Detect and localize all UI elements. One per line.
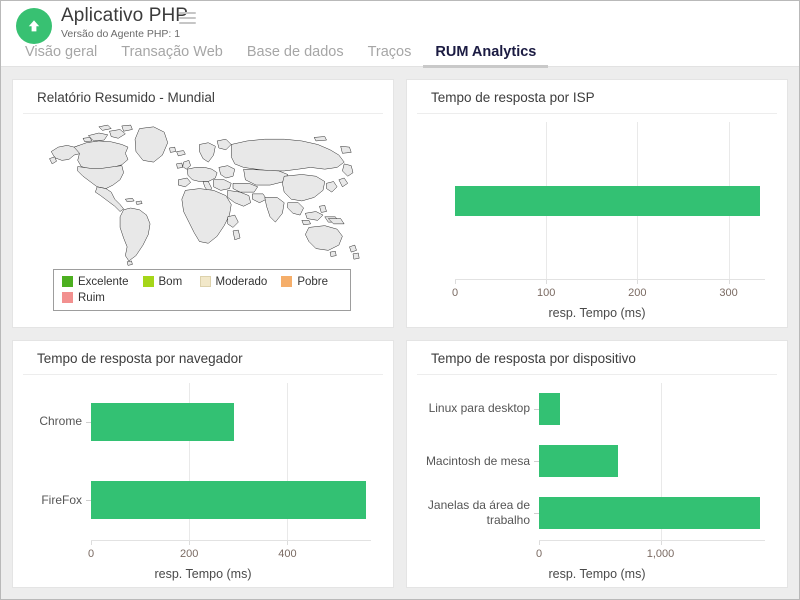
application-window: Aplicativo PHP Versão do Agente PHP: 1 V… [0,0,800,600]
chart-browser[interactable]: 0 200 400 Chrome FireFox resp. Tempo (ms) [13,377,393,588]
tab-rum-analytics[interactable]: RUM Analytics [423,44,548,68]
card-tempo-resposta-por-isp: Tempo de resposta por ISP 0 100 200 300 resp… [406,79,788,328]
x-tick-label: 0 [452,287,458,299]
legend-swatch-excelente [62,276,73,287]
x-tick-label: 0 [536,548,542,560]
card-title-map: Relatório Resumido - Mundial [23,80,383,114]
bar[interactable] [539,497,760,529]
category-label: Janelas da área de trabalho [412,498,530,528]
legend-swatch-bom [143,276,154,287]
card-tempo-resposta-por-dispositivo: Tempo de resposta por dispositivo 0 1,000… [406,340,788,589]
card-body-device: 0 1,000 Linux para desktop Macintosh de mes… [407,377,787,588]
category-tick-mark [534,513,539,514]
x-tick-label: 1,000 [647,548,675,560]
bar[interactable] [91,403,234,441]
card-body-browser: 0 200 400 Chrome FireFox resp. Tempo (ms) [13,377,393,588]
tab-base-de-dados[interactable]: Base de dados [235,44,356,68]
bar[interactable] [539,393,560,425]
legend-label-bom: Bom [159,276,183,288]
x-axis-line [539,540,765,541]
x-tick-label: 300 [719,287,737,299]
legend-swatch-ruim [62,292,73,303]
category-tick-mark [86,422,91,423]
category-tick-mark [86,500,91,501]
tab-transacao-web[interactable]: Transação Web [109,44,235,68]
category-label: Macintosh de mesa [412,454,530,469]
map-legend: Excelente Bom Moderado Pobre [53,269,351,311]
app-header: Aplicativo PHP Versão do Agente PHP: 1 V… [1,1,799,67]
legend-item-ruim: Ruim [62,292,105,304]
tab-tracos[interactable]: Traços [356,44,424,68]
agent-version-label: Versão do Agente PHP: 1 [61,28,180,40]
category-tick-mark [534,409,539,410]
category-tick-mark [534,461,539,462]
chart-isp[interactable]: 0 100 200 300 resp. Tempo (ms) [407,116,787,327]
x-axis-label: resp. Tempo (ms) [13,567,393,581]
x-tick-label: 100 [537,287,555,299]
world-map[interactable] [21,118,385,268]
tab-visao-geral[interactable]: Visão geral [13,44,109,68]
up-arrow-circle-icon [16,8,52,44]
page-title: Aplicativo PHP [61,5,188,27]
legend-item-pobre: Pobre [281,276,328,288]
legend-label-pobre: Pobre [297,276,328,288]
category-label: Linux para desktop [412,401,530,416]
x-axis-label: resp. Tempo (ms) [407,306,787,320]
tab-bar: Visão geral Transação Web Base de dados … [13,44,548,68]
legend-swatch-pobre [281,276,292,287]
category-label: FireFox [14,493,82,508]
x-tick-label: 0 [88,548,94,560]
card-body-map: Excelente Bom Moderado Pobre [13,116,393,327]
card-body-isp: 0 100 200 300 resp. Tempo (ms) [407,116,787,327]
legend-row-1: Excelente Bom Moderado Pobre [62,276,342,288]
dashboard-grid: Relatório Resumido - Mundial [1,68,799,599]
card-title-browser: Tempo de resposta por navegador [23,341,383,375]
x-tick-label: 200 [180,548,198,560]
bar[interactable] [91,481,366,519]
bar[interactable] [455,186,760,216]
bar[interactable] [539,445,618,477]
legend-label-moderado: Moderado [216,276,268,288]
x-axis-line [91,540,371,541]
x-tick-label: 400 [278,548,296,560]
legend-label-ruim: Ruim [78,292,105,304]
card-title-device: Tempo de resposta por dispositivo [417,341,777,375]
x-tick-label: 200 [628,287,646,299]
chart-device[interactable]: 0 1,000 Linux para desktop Macintosh de mes… [407,377,787,588]
x-axis-line [455,279,765,280]
hamburger-icon[interactable] [179,12,196,25]
legend-item-bom: Bom [143,276,186,288]
legend-row-2: Ruim [62,292,342,304]
card-tempo-resposta-por-navegador: Tempo de resposta por navegador 0 200 400 C… [12,340,394,589]
card-title-isp: Tempo de resposta por ISP [417,80,777,114]
x-axis-label: resp. Tempo (ms) [407,567,787,581]
legend-item-excelente: Excelente [62,276,129,288]
legend-label-excelente: Excelente [78,276,129,288]
category-label: Chrome [14,414,82,429]
legend-item-moderado: Moderado [200,276,268,288]
card-relatorio-resumido-mundial: Relatório Resumido - Mundial [12,79,394,328]
legend-swatch-moderado [200,276,211,287]
